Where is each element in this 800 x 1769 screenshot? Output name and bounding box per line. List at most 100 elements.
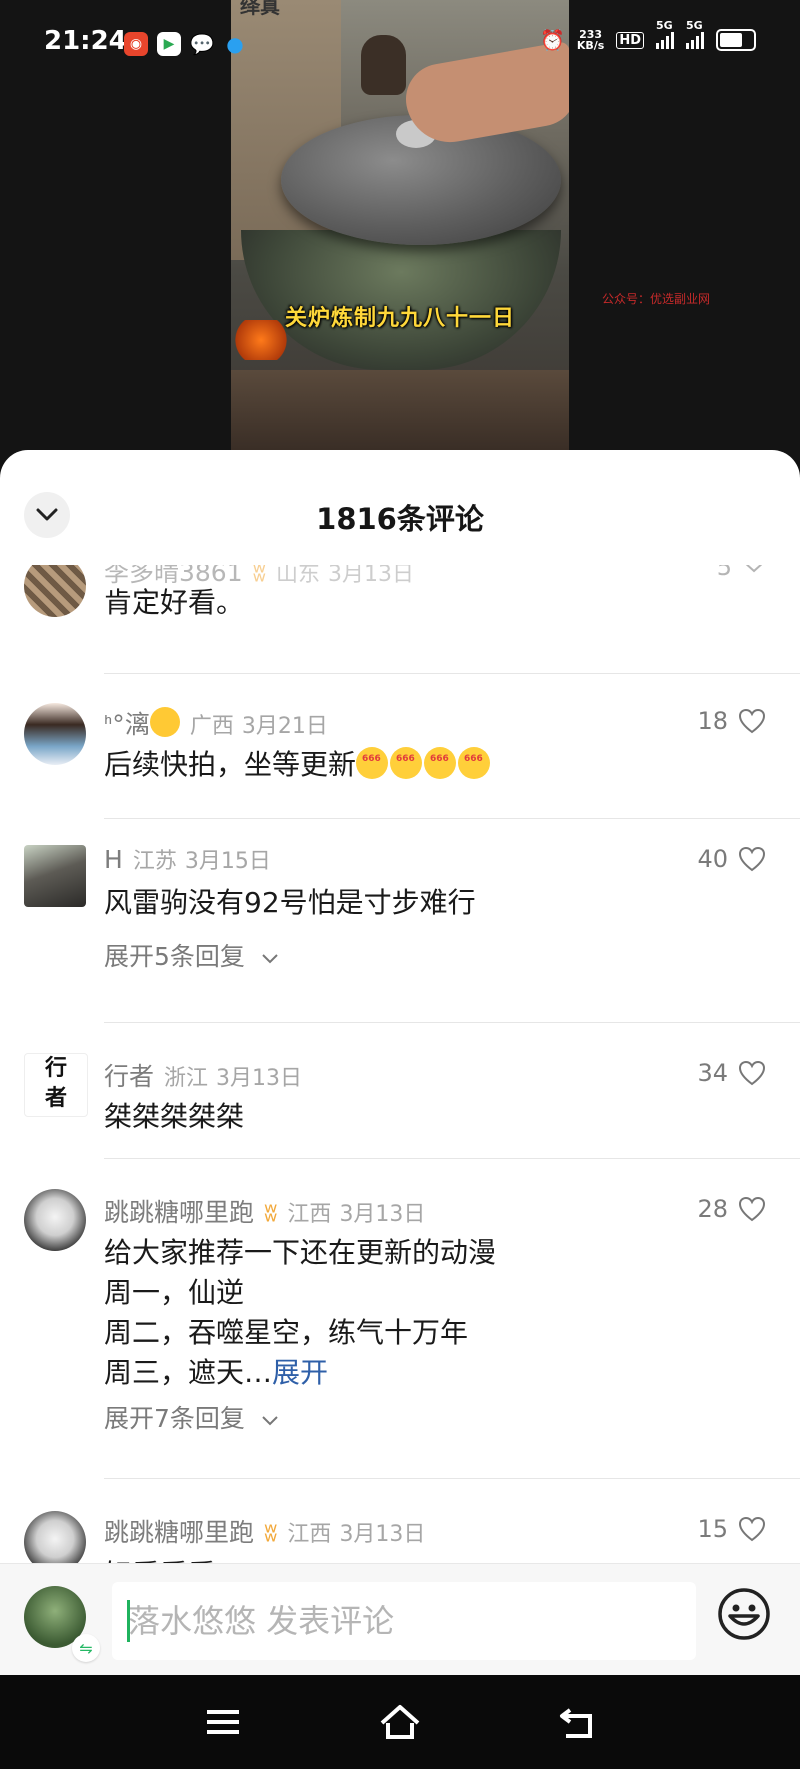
wechat-icon: 💬 (189, 32, 215, 56)
home-button[interactable] (375, 1697, 425, 1747)
like-count: 18 (697, 707, 728, 735)
like-button[interactable]: 34 (697, 1059, 766, 1087)
comment-username[interactable]: ᑋ°漓 (104, 710, 150, 739)
like-count: 15 (697, 1515, 728, 1543)
666-emoji-icon (356, 739, 389, 779)
comment-input-bar: ⇋ (0, 1563, 800, 1676)
status-bar: 21:24 ◉ ▶ 💬 ● ⏰ 233 KB/s HD 5G 5G (0, 0, 800, 88)
like-count: 5 (716, 565, 732, 581)
net-label-2: 5G (686, 19, 703, 32)
comment-location: 浙江 (164, 1066, 209, 1091)
comment-meta: 跳跳糖哪里跑 ʬ 江西 3月13日 (104, 1513, 425, 1549)
comment-username[interactable]: 行者 (104, 1062, 154, 1091)
kiss-emoji-icon (149, 707, 180, 737)
comment-text: 风雷驹没有92号怕是寸步难行 (104, 886, 476, 919)
comment-meta: H 江苏 3月15日 (104, 843, 271, 875)
comment-line: 周一，仙逆 (104, 1276, 245, 1309)
hd-label: HD (616, 31, 644, 49)
comment-date: 3月13日 (328, 565, 415, 587)
comment-username[interactable]: H (104, 845, 123, 874)
alarm-icon: ⏰ (539, 28, 565, 52)
system-nav-bar (0, 1675, 800, 1769)
net-label-1: 5G (656, 19, 673, 32)
comment-item: 跳跳糖哪里跑 ʬ 江西 3月13日 28 给大家推荐一下还在更新的动漫 周一，仙逆 周… (0, 1159, 800, 1479)
avatar[interactable] (24, 703, 86, 765)
watermark: 公众号：优选副业网 (602, 292, 711, 306)
comment-text: 桀桀桀桀桀 (104, 1100, 245, 1133)
fan-badge-icon: ʬ (264, 1518, 278, 1548)
comment-item: H 江苏 3月15日 40 风雷驹没有92号怕是寸步难行 展开5条回复 (0, 819, 800, 1023)
comment-username[interactable]: 跳跳糖哪里跑 (104, 1518, 254, 1547)
heart-icon (738, 846, 766, 872)
comment-count-title: 1816条评论 (316, 502, 484, 536)
comment-location: 山东 (276, 565, 321, 587)
comment-sheet: 1816条评论 李多晴3861 ʬ 山东 3月13日 5 肯定好看。 ᑋ°漓 广西 3月2… (0, 450, 800, 1675)
like-button[interactable]: 18 (697, 707, 766, 735)
heart-icon (738, 1516, 766, 1542)
status-time: 21:24 (44, 26, 127, 56)
expand-replies-button[interactable]: 展开7条回复 (104, 1399, 279, 1435)
like-count: 34 (697, 1059, 728, 1087)
comment-meta: ᑋ°漓 广西 3月21日 (104, 705, 328, 741)
comment-item: 李多晴3861 ʬ 山东 3月13日 5 肯定好看。 (0, 565, 800, 681)
comment-location: 江西 (287, 1522, 332, 1547)
comment-line: 给大家推荐一下还在更新的动漫 (104, 1236, 497, 1269)
expand-text-link[interactable]: 展开 (272, 1356, 328, 1389)
switch-account-icon[interactable]: ⇋ (72, 1634, 100, 1662)
comment-input[interactable] (112, 1582, 696, 1660)
system-icons: ⏰ 233 KB/s HD 5G 5G (539, 19, 756, 52)
signal-icon (656, 31, 674, 49)
home-icon (380, 1705, 420, 1739)
menu-icon (207, 1710, 239, 1734)
comment-date: 3月13日 (216, 1066, 303, 1091)
signal-icon (686, 31, 704, 49)
divider (104, 673, 800, 674)
qq-icon: ● (226, 32, 244, 56)
666-emoji-icon (390, 739, 423, 779)
comment-text: 后续快拍，坐等更新 (104, 739, 492, 785)
chevron-down-icon (262, 954, 278, 964)
avatar[interactable] (24, 845, 86, 907)
avatar[interactable] (24, 565, 86, 617)
heart-icon (738, 1196, 766, 1222)
comment-location: 江苏 (132, 849, 177, 874)
comment-list[interactable]: 李多晴3861 ʬ 山东 3月13日 5 肯定好看。 ᑋ°漓 广西 3月21日 18 后续… (0, 565, 800, 1675)
like-button[interactable]: 15 (697, 1515, 766, 1543)
666-emoji-icon (458, 739, 491, 779)
like-button[interactable]: 28 (697, 1195, 766, 1223)
comment-location: 广西 (189, 714, 234, 739)
video-app-icon: ▶ (157, 32, 181, 56)
comment-date: 3月15日 (184, 849, 271, 874)
sheet-header: 1816条评论 (0, 450, 800, 565)
expand-replies-button[interactable]: 展开5条回复 (104, 937, 279, 973)
comment-location: 江西 (287, 1202, 332, 1227)
666-emoji-icon (424, 739, 457, 779)
like-button[interactable]: 40 (697, 845, 766, 873)
expand-replies-label: 展开5条回复 (104, 942, 245, 971)
back-button[interactable] (553, 1697, 603, 1747)
comment-meta: 行者 浙江 3月13日 (104, 1057, 302, 1093)
smiley-icon[interactable] (716, 1586, 772, 1642)
chevron-down-icon (262, 1416, 278, 1426)
menu-button[interactable] (198, 1697, 248, 1747)
avatar[interactable]: 行者 (24, 1053, 88, 1117)
comment-line: 周二，吞噬星空，练气十万年 (104, 1316, 469, 1349)
chevron-down-icon (745, 565, 763, 573)
comment-item: 行者 行者 浙江 3月13日 34 桀桀桀桀桀 (0, 1023, 800, 1159)
text-caret (127, 1600, 130, 1642)
video-ground (231, 370, 569, 450)
comment-text: 肯定好看。 (104, 586, 245, 619)
like-button[interactable]: 5 (717, 565, 766, 581)
back-icon (560, 1708, 592, 1738)
fan-badge-icon: ʬ (252, 565, 267, 588)
video-caption: 关炉炼制九九八十一日 (284, 306, 515, 331)
heart-icon (738, 708, 766, 734)
avatar[interactable] (24, 1189, 86, 1251)
network-speed-unit: KB/s (576, 39, 605, 52)
battery-icon (716, 29, 756, 51)
comment-username[interactable]: 跳跳糖哪里跑 (104, 1198, 254, 1227)
comment-date: 3月13日 (339, 1202, 426, 1227)
comment-meta: 跳跳糖哪里跑 ʬ 江西 3月13日 (104, 1193, 425, 1229)
signal-5g-1: 5G (656, 19, 674, 49)
signal-5g-2: 5G (686, 19, 704, 49)
